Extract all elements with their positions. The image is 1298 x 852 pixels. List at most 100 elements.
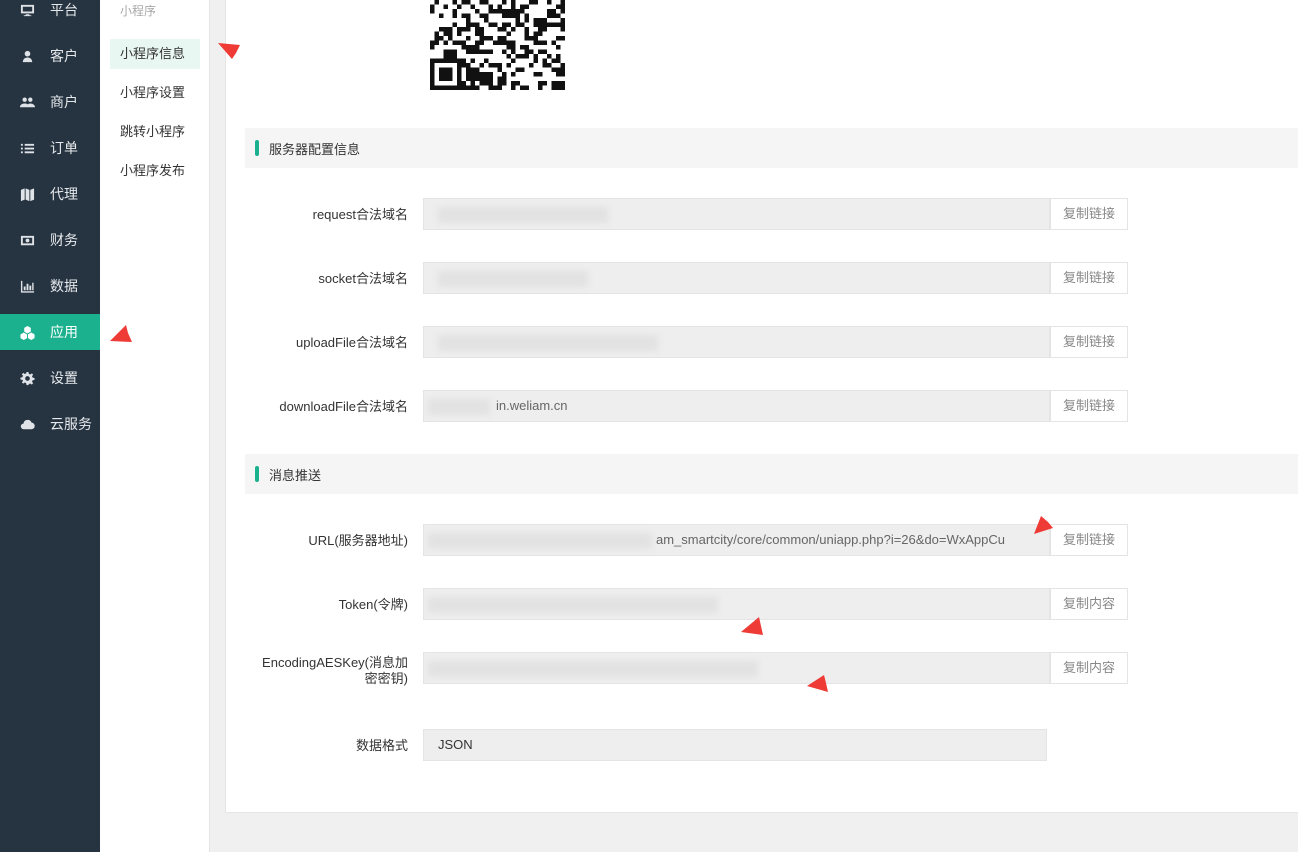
copy-link-button[interactable]: 复制链接 [1050, 390, 1128, 422]
qr-module [551, 9, 556, 14]
qr-module [484, 72, 489, 77]
nav-item-settings[interactable]: 设置 [0, 360, 100, 396]
qr-module [542, 27, 547, 32]
copy-link-button[interactable]: 复制链接 [1050, 524, 1128, 556]
qr-module [533, 18, 538, 23]
sub-item-miniapp-settings[interactable]: 小程序设置 [110, 78, 200, 108]
nav-item-data[interactable]: 数据 [0, 268, 100, 304]
downloadfile-domain-field[interactable]: in.weliam.cn [423, 390, 1050, 422]
nav-item-order[interactable]: 订单 [0, 130, 100, 166]
field-label: downloadFile合法域名 [279, 399, 408, 414]
nav-item-finance[interactable]: 财务 [0, 222, 100, 258]
qr-module [511, 45, 516, 50]
copy-link-button[interactable]: 复制链接 [1050, 326, 1128, 358]
qr-module [502, 49, 507, 54]
qr-module [560, 0, 565, 5]
server-url-field[interactable]: am_smartcity/core/common/uniapp.php?i=26… [423, 524, 1050, 556]
qr-module [439, 13, 444, 18]
field-label: 数据格式 [355, 738, 408, 753]
qr-module [533, 54, 538, 59]
qr-module [520, 4, 525, 9]
nav-item-platform[interactable]: 平台 [0, 0, 100, 28]
qr-module [502, 13, 507, 18]
qr-module [524, 13, 529, 18]
token-field[interactable] [423, 588, 1050, 620]
qr-module [475, 40, 480, 45]
qr-module [533, 36, 538, 41]
cubes-icon [19, 324, 35, 340]
nav-item-customer[interactable]: 客户 [0, 38, 100, 74]
copy-content-button[interactable]: 复制内容 [1050, 588, 1128, 620]
copy-link-button[interactable]: 复制链接 [1050, 198, 1128, 230]
qr-module [452, 22, 457, 27]
sub-item-miniapp-publish[interactable]: 小程序发布 [110, 156, 200, 186]
qr-module [497, 40, 502, 45]
data-format-field[interactable]: JSON [423, 729, 1047, 761]
copy-link-button[interactable]: 复制链接 [1050, 262, 1128, 294]
qr-module [475, 45, 480, 50]
qr-module [547, 54, 552, 59]
request-domain-field[interactable] [423, 198, 1050, 230]
qr-module [560, 81, 565, 86]
nav-item-agent[interactable]: 代理 [0, 176, 100, 212]
nav-item-merchant[interactable]: 商户 [0, 84, 100, 120]
qr-module [497, 27, 502, 32]
qr-module [479, 0, 484, 5]
form-row-encoding-aes-key: EncodingAESKey(消息加 密密钥) 复制内容 [240, 652, 1140, 686]
qr-module [511, 81, 516, 86]
qr-module [466, 67, 471, 72]
nav-item-cloud-service[interactable]: 云服务 [0, 406, 100, 442]
qr-module [533, 31, 538, 36]
users-icon [19, 94, 35, 110]
qr-module [475, 49, 480, 54]
qr-module [533, 58, 538, 63]
qr-module [461, 85, 466, 90]
qr-module [434, 31, 439, 36]
qr-module [484, 58, 489, 63]
qr-module [443, 31, 448, 36]
qr-module [461, 0, 466, 5]
qr-module [475, 22, 480, 27]
qr-module [461, 13, 466, 18]
qr-module [524, 4, 529, 9]
qr-module [497, 67, 502, 72]
encoding-aes-key-field[interactable] [423, 652, 1050, 684]
qr-module [511, 4, 516, 9]
qr-module [466, 63, 471, 68]
qr-module [551, 58, 556, 63]
qr-module [542, 81, 547, 86]
socket-domain-field[interactable] [423, 262, 1050, 294]
money-icon [19, 232, 35, 248]
qr-module [506, 63, 511, 68]
redacted-blur [438, 335, 658, 351]
qr-module [439, 36, 444, 41]
field-label: Token(令牌) [338, 597, 408, 612]
qr-module [479, 49, 484, 54]
form-row-server-url: URL(服务器地址) am_smartcity/core/common/unia… [240, 524, 1140, 558]
qr-module [538, 49, 543, 54]
copy-content-button[interactable]: 复制内容 [1050, 652, 1128, 684]
qr-module [547, 22, 552, 27]
qr-module [529, 0, 534, 5]
qr-module [551, 40, 556, 45]
qr-module [493, 40, 498, 45]
nav-label: 代理 [50, 186, 78, 202]
qr-module [511, 9, 516, 14]
field-value: am_smartcity/core/common/uniapp.php?i=26… [656, 532, 1006, 547]
qr-module [479, 27, 484, 32]
qr-module [542, 18, 547, 23]
qr-module [538, 22, 543, 27]
qr-module [502, 27, 507, 32]
sub-item-jump-miniapp[interactable]: 跳转小程序 [110, 117, 200, 147]
qr-module [538, 72, 543, 77]
qr-module [524, 45, 529, 50]
qr-module [551, 22, 556, 27]
qr-module [470, 4, 475, 9]
qr-module [556, 54, 561, 59]
qr-module [506, 31, 511, 36]
redacted-blur [428, 661, 758, 677]
nav-item-apps[interactable]: 应用 [0, 314, 100, 350]
sub-item-miniapp-info[interactable]: 小程序信息 [110, 39, 200, 69]
qr-module [479, 36, 484, 41]
uploadfile-domain-field[interactable] [423, 326, 1050, 358]
